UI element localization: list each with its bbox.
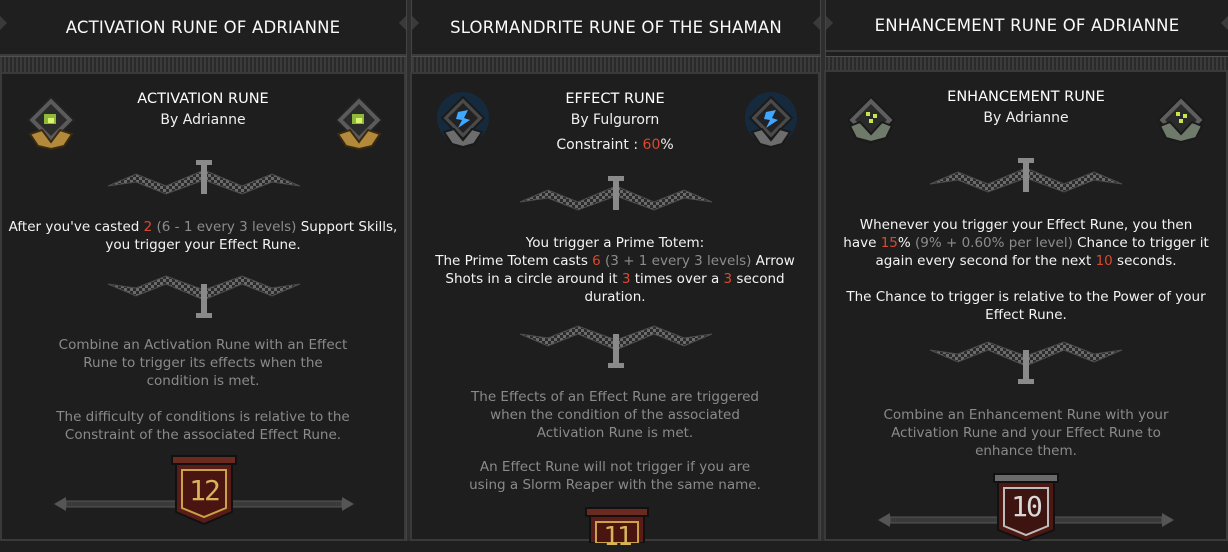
level-number: 12 [189, 474, 221, 507]
desc-text: After you've casted [8, 219, 144, 235]
ornament-divider-bottom [929, 341, 1123, 384]
desc-text: seconds. [1112, 253, 1177, 269]
lore-line: condition is met. [146, 373, 260, 389]
lore-line: using a Slorm Reaper with the same name. [469, 477, 761, 493]
rune-description: You trigger a Prime Totem: The Prime Tot… [412, 234, 818, 306]
lore-text: The Effects of an Effect Rune are trigge… [412, 388, 818, 442]
column-header-activation: ACTIVATION RUNE OF ADRIANNE [0, 0, 406, 56]
header-title: ENHANCEMENT RUNE OF ADRIANNE [874, 15, 1180, 35]
desc-value: 6 [592, 253, 601, 269]
desc-value: 2 [143, 219, 153, 235]
header-title: ACTIVATION RUNE OF ADRIANNE [65, 17, 341, 37]
desc-formula: (6 - 1 every 3 levels) [152, 219, 297, 235]
lore-text: Combine an Activation Rune with an Effec… [2, 336, 404, 390]
lore-line: Combine an Activation Rune with an Effec… [58, 337, 348, 353]
desc-text: you trigger your Effect Rune. [105, 237, 301, 253]
desc-text: The Prime Totem casts [435, 253, 593, 269]
desc-formula: (3 + 1 every 3 levels) [600, 253, 752, 269]
desc-text: Effect Rune. [985, 307, 1067, 323]
rune-author: By Adrianne [983, 110, 1069, 126]
rune-type: ACTIVATION RUNE [137, 91, 269, 107]
lore-line: Activation Rune and your Effect Rune to [891, 425, 1161, 441]
rune-description: Whenever you trigger your Effect Rune, y… [826, 216, 1226, 324]
lore-text: An Effect Rune will not trigger if you a… [412, 458, 818, 494]
lore-line: The Effects of an Effect Rune are trigge… [471, 389, 759, 405]
ornament-divider-top [929, 158, 1123, 193]
ornament-divider-top [519, 176, 713, 211]
rune-tooltip-effect: EFFECT RUNE By Fulgurorn Constraint : 60… [410, 72, 820, 552]
desc-text: again every second for the next [875, 253, 1096, 269]
constraint-value: 60 [642, 137, 661, 153]
desc-text: second [732, 271, 785, 287]
lore-text: The difficulty of conditions is relative… [2, 408, 404, 444]
lore-line: Combine an Enhancement Rune with your [883, 407, 1169, 423]
desc-text: times over a [630, 271, 724, 287]
constraint-label: Constraint : [556, 137, 643, 153]
column-header-effect: SLORMANDRITE RUNE OF THE SHAMAN [412, 0, 820, 56]
desc-text: Support Skills, [296, 219, 398, 235]
ornament-divider-top [107, 160, 301, 195]
desc-text: The Chance to trigger is relative to the… [846, 289, 1206, 305]
level-number: 10 [1011, 490, 1043, 523]
lore-line: An Effect Rune will not trigger if you a… [479, 459, 751, 475]
rune-constraint: Constraint : 60% [412, 137, 818, 153]
rune-description: After you've casted 2 (6 - 1 every 3 lev… [2, 218, 404, 254]
lore-line: enhance them. [975, 443, 1077, 459]
column-header-enhancement: ENHANCEMENT RUNE OF ADRIANNE [826, 0, 1228, 52]
lore-text: Combine an Enhancement Rune with your Ac… [826, 406, 1226, 460]
ornament-divider-bottom [519, 325, 713, 368]
constraint-unit: % [660, 137, 674, 153]
lore-line: Constraint of the associated Effect Rune… [64, 427, 342, 443]
lore-line: Rune to trigger its effects when the [83, 355, 323, 371]
desc-value: 10 [1095, 253, 1113, 269]
level-number: 11 [603, 522, 632, 552]
desc-text: Arrow [751, 253, 795, 269]
desc-unit: % [897, 235, 911, 251]
rune-tooltip-activation: ACTIVATION RUNE By Adrianne After you've… [0, 72, 406, 541]
desc-text: have [843, 235, 881, 251]
desc-formula: (9% + 0.60% per level) [910, 235, 1073, 251]
desc-text: Shots in a circle around it [445, 271, 622, 287]
rune-type: EFFECT RUNE [565, 91, 665, 107]
lore-line: when the condition of the associated [490, 407, 740, 423]
desc-text: Whenever you trigger your Effect Rune, y… [859, 217, 1193, 233]
lore-line: Activation Rune is met. [536, 425, 694, 441]
lore-line: The difficulty of conditions is relative… [56, 409, 350, 425]
desc-text: You trigger a Prime Totem: [525, 235, 705, 251]
desc-value: 3 [723, 271, 733, 287]
rune-tooltip-enhancement: ENHANCEMENT RUNE By Adrianne Whenever yo… [824, 70, 1228, 541]
rune-author: By Adrianne [160, 112, 246, 128]
desc-text: duration. [584, 289, 646, 305]
desc-text: Chance to trigger it [1072, 235, 1209, 251]
rune-author: By Fulgurorn [570, 112, 660, 128]
rune-type: ENHANCEMENT RUNE [947, 89, 1105, 105]
header-title: SLORMANDRITE RUNE OF THE SHAMAN [450, 17, 782, 37]
desc-value: 15 [880, 235, 898, 251]
ornament-divider-bottom [107, 275, 301, 318]
